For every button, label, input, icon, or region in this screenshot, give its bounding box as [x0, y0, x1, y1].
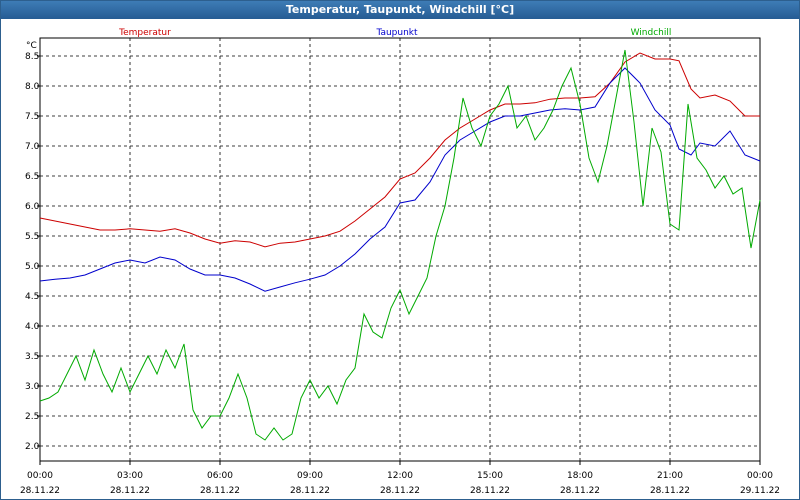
y-tick-label: 6.5: [25, 172, 39, 182]
x-tick-date: 28.11.22: [110, 486, 150, 496]
legend-taupunkt: Taupunkt: [375, 28, 418, 38]
legend-windchill: Windchill: [631, 28, 672, 38]
chart-canvas: 2.0 2.5 3.0 3.5 4.0 4.5 5.0 5.5 6.0 6.5 7.0 7.5 8.0 8…: [20, 28, 780, 496]
x-tick-date: 28.11.22: [290, 486, 330, 496]
y-axis-label: °C: [26, 41, 37, 51]
x-tick-date: 29.11.22: [740, 486, 780, 496]
y-tick-label: 7.5: [25, 112, 39, 122]
x-tick-date: 28.11.22: [470, 486, 510, 496]
x-tick-date: 28.11.22: [20, 486, 60, 496]
x-tick-date: 28.11.22: [380, 486, 420, 496]
x-tick-time: 00:00: [747, 471, 773, 481]
y-tick-label: 3.5: [25, 352, 39, 362]
x-tick-time: 06:00: [207, 471, 233, 481]
x-tick-date: 28.11.22: [200, 486, 240, 496]
chart-window: Temperatur, Taupunkt, Windchill [°C] 2.0…: [0, 0, 800, 500]
y-tick-label: 8.0: [25, 82, 40, 92]
x-tick-time: 12:00: [387, 471, 413, 481]
x-tick-time: 18:00: [567, 471, 593, 481]
y-tick-label: 6.0: [25, 202, 40, 212]
x-tick-time: 03:00: [117, 471, 143, 481]
x-tick-time: 00:00: [27, 471, 53, 481]
y-tick-label: 4.5: [25, 292, 39, 302]
x-tick-time: 21:00: [657, 471, 683, 481]
x-tick-date: 28.11.22: [650, 486, 690, 496]
x-tick-time: 09:00: [297, 471, 323, 481]
y-tick-label: 3.0: [25, 382, 40, 392]
legend-temperatur: Temperatur: [118, 28, 171, 38]
y-tick-label: 2.0: [25, 442, 40, 452]
y-tick-label: 5.0: [25, 262, 40, 272]
y-tick-label: 4.0: [25, 322, 40, 332]
y-tick-label: 8.5: [25, 52, 39, 62]
y-tick-label: 7.0: [25, 142, 40, 152]
y-tick-label: 5.5: [25, 232, 39, 242]
x-tick-time: 15:00: [477, 471, 503, 481]
x-tick-date: 28.11.22: [560, 486, 600, 496]
y-tick-label: 2.5: [25, 412, 39, 422]
